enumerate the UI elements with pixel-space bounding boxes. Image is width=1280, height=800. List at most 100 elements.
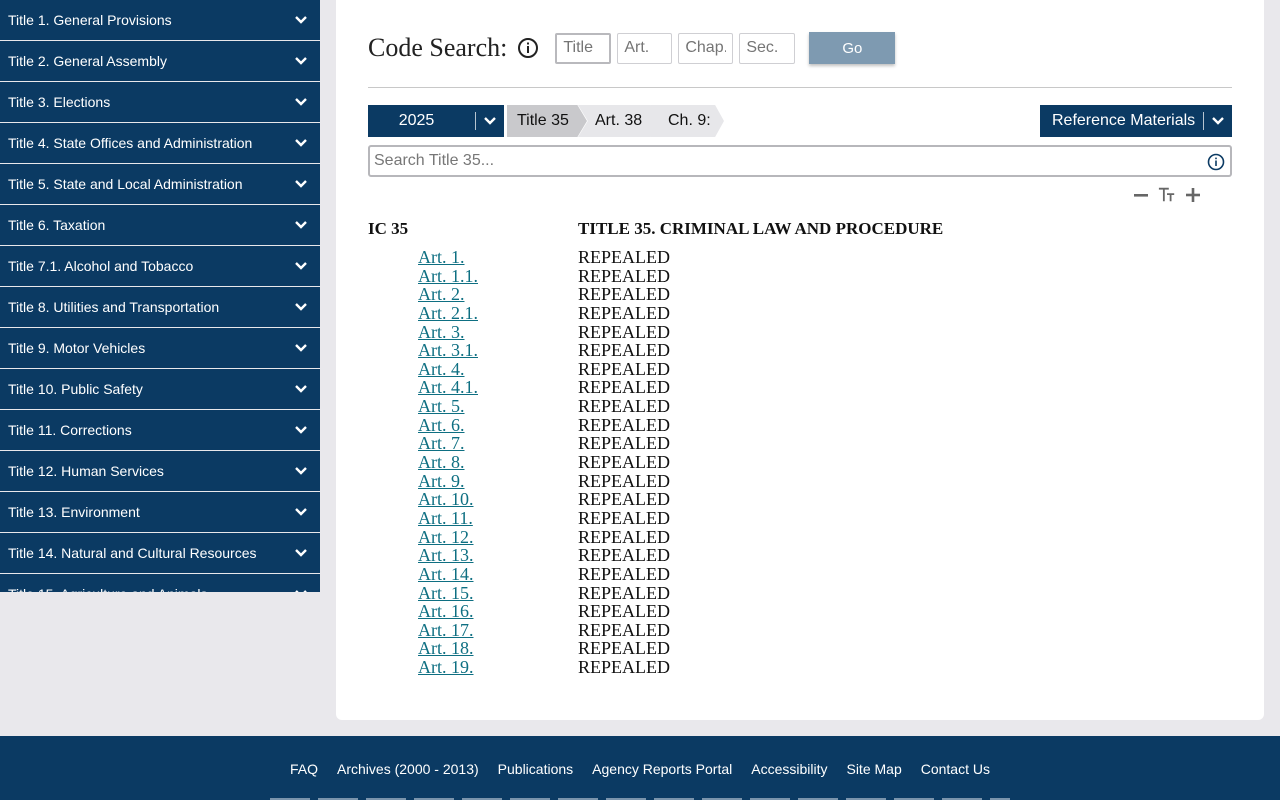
article-row: Art. 12. REPEALED <box>418 527 818 547</box>
sidebar-item[interactable]: Title 5. State and Local Administration <box>0 164 320 205</box>
chevron-down-icon[interactable] <box>294 587 308 592</box>
breadcrumb-title[interactable]: Title 35 <box>507 105 587 137</box>
article-link[interactable]: Art. 9. <box>418 472 465 491</box>
chevron-down-icon[interactable] <box>294 382 308 396</box>
article-link[interactable]: Art. 8. <box>418 453 465 472</box>
article-link[interactable]: Art. 17. <box>418 621 474 640</box>
chevron-down-icon[interactable] <box>294 54 308 68</box>
article-link[interactable]: Art. 6. <box>418 416 465 435</box>
article-link[interactable]: Art. 1.1. <box>418 266 478 286</box>
article-number-input[interactable] <box>617 32 673 64</box>
info-icon[interactable] <box>1207 153 1225 171</box>
article-status: REPEALED <box>578 489 670 510</box>
article-link[interactable]: Art. 15. <box>418 583 474 603</box>
article-link[interactable]: Art. 18. <box>418 639 474 658</box>
footer-link[interactable]: Contact Us <box>921 761 990 777</box>
article-list: Art. 1. REPEALED Art. 1.1. REPEALED Art. 2. R… <box>418 248 818 677</box>
footer-link[interactable]: Archives (2000 - 2013) <box>337 761 479 777</box>
chevron-down-icon[interactable] <box>294 505 308 519</box>
sidebar-item[interactable]: Title 4. State Offices and Administratio… <box>0 123 320 164</box>
sidebar-item[interactable]: Title 12. Human Services <box>0 451 320 492</box>
decrease-font-icon[interactable] <box>1132 186 1150 204</box>
sidebar-item-label: Title 9. Motor Vehicles <box>8 340 146 356</box>
footer-link[interactable]: Publications <box>498 761 574 777</box>
article-row: Art. 10. REPEALED <box>418 490 818 509</box>
sidebar-item-label: Title 13. Environment <box>8 504 140 520</box>
article-row: Art. 2.1. REPEALED <box>418 304 818 323</box>
sidebar-item[interactable]: Title 3. Elections <box>0 82 320 123</box>
article-status: REPEALED <box>578 302 670 323</box>
sidebar-item[interactable]: Title 1. General Provisions <box>0 0 320 41</box>
article-link[interactable]: Art. 3. <box>418 322 465 342</box>
article-row: Art. 19. REPEALED <box>418 658 818 677</box>
footer-link[interactable]: Agency Reports Portal <box>592 761 732 777</box>
sidebar-item[interactable]: Title 8. Utilities and Transportation <box>0 287 320 328</box>
footer-link[interactable]: FAQ <box>290 761 318 777</box>
article-link[interactable]: Art. 10. <box>418 490 474 509</box>
article-link[interactable]: Art. 2. <box>418 285 465 304</box>
article-link[interactable]: Art. 14. <box>418 565 474 584</box>
info-icon[interactable] <box>517 37 539 59</box>
article-row: Art. 2. REPEALED <box>418 285 818 304</box>
article-link[interactable]: Art. 16. <box>418 602 474 621</box>
footer-link[interactable]: Accessibility <box>751 761 827 777</box>
title-search-input[interactable] <box>368 145 1232 177</box>
sidebar-item[interactable]: Title 2. General Assembly <box>0 41 320 82</box>
article-link[interactable]: Art. 7. <box>418 434 465 453</box>
code-citation: IC 35 <box>368 219 409 238</box>
go-button[interactable]: Go <box>809 32 896 64</box>
sidebar-item-label: Title 5. State and Local Administration <box>8 176 243 192</box>
article-link[interactable]: Art. 3.1. <box>418 341 478 360</box>
title-name: TITLE 35. CRIMINAL LAW AND PROCEDURE <box>578 219 944 238</box>
breadcrumb-article[interactable]: Art. 38 <box>578 105 660 137</box>
reference-materials-dropdown[interactable]: Reference Materials <box>1040 105 1232 137</box>
sidebar-item[interactable]: Title 10. Public Safety <box>0 369 320 410</box>
chevron-down-icon[interactable] <box>294 259 308 273</box>
chevron-down-icon[interactable] <box>294 341 308 355</box>
sidebar-item[interactable]: Title 15. Agriculture and Animals <box>0 574 320 592</box>
chevron-down-icon[interactable] <box>294 464 308 478</box>
article-status: REPEALED <box>578 396 670 417</box>
article-link[interactable]: Art. 5. <box>418 397 465 416</box>
sidebar-item[interactable]: Title 11. Corrections <box>0 410 320 451</box>
sidebar-item-label: Title 14. Natural and Cultural Resources <box>8 545 257 561</box>
article-link[interactable]: Art. 2.1. <box>418 304 478 323</box>
chevron-down-icon[interactable] <box>294 300 308 314</box>
title-number-input[interactable] <box>555 32 612 64</box>
sidebar-item[interactable]: Title 6. Taxation <box>0 205 320 246</box>
sidebar-list: Title 1. General Provisions Title 2. Gene… <box>0 0 320 592</box>
article-row: Art. 9. REPEALED <box>418 472 818 491</box>
footer-link[interactable]: Site Map <box>846 761 901 777</box>
article-link[interactable]: Art. 4. <box>418 360 465 379</box>
chevron-down-icon[interactable] <box>294 13 308 27</box>
sidebar-item[interactable]: Title 7.1. Alcohol and Tobacco <box>0 246 320 287</box>
article-link[interactable]: Art. 4.1. <box>418 378 478 397</box>
article-link[interactable]: Art. 13. <box>418 546 474 565</box>
article-status: REPEALED <box>578 340 670 361</box>
chevron-down-icon[interactable] <box>294 546 308 560</box>
sidebar-item-label: Title 6. Taxation <box>8 217 106 233</box>
breadcrumb-chapter[interactable]: Ch. 9: <box>650 105 724 137</box>
article-row: Art. 4.1. REPEALED <box>418 378 818 397</box>
year-select[interactable]: 2025 <box>368 105 504 137</box>
chevron-down-icon[interactable] <box>294 423 308 437</box>
sidebar-item-label: Title 11. Corrections <box>8 422 132 438</box>
text-size-icon[interactable] <box>1158 186 1176 204</box>
sidebar-item[interactable]: Title 13. Environment <box>0 492 320 533</box>
article-link[interactable]: Art. 19. <box>418 658 474 677</box>
chapter-number-input[interactable] <box>678 32 734 64</box>
chevron-down-icon[interactable] <box>294 177 308 191</box>
chevron-down-icon[interactable] <box>294 95 308 109</box>
sidebar-item[interactable]: Title 9. Motor Vehicles <box>0 328 320 369</box>
article-link[interactable]: Art. 12. <box>418 527 474 547</box>
article-link[interactable]: Art. 11. <box>418 509 473 528</box>
chevron-down-icon[interactable] <box>294 136 308 150</box>
article-status: REPEALED <box>578 247 670 267</box>
section-number-input[interactable] <box>739 32 796 64</box>
main-content-card: Code Search: Go 2025 Title 35 Art. 38 Ch… <box>336 0 1264 720</box>
article-status: REPEALED <box>578 619 670 640</box>
increase-font-icon[interactable] <box>1184 186 1202 204</box>
article-link[interactable]: Art. 1. <box>418 248 465 267</box>
sidebar-item[interactable]: Title 14. Natural and Cultural Resources <box>0 533 320 574</box>
chevron-down-icon[interactable] <box>294 218 308 232</box>
